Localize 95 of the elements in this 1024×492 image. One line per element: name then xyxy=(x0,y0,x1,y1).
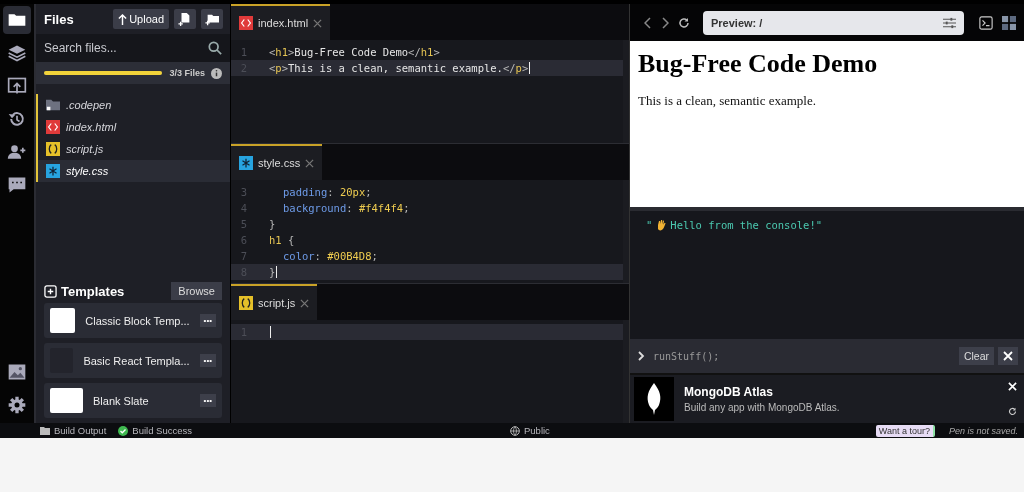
code-line-text: h1 { xyxy=(269,234,295,246)
template-name: Blank Slate xyxy=(93,394,149,407)
more-button[interactable]: ••• xyxy=(199,394,216,407)
new-folder-button[interactable] xyxy=(201,9,223,29)
code-line-text: <p>This is a clean, semantic example.</p> xyxy=(269,62,529,74)
build-output-button[interactable]: Build Output xyxy=(40,425,107,436)
line-number: 7 xyxy=(239,250,249,262)
template-name: Basic React Templa... xyxy=(83,354,190,367)
waving-hand-icon xyxy=(655,219,668,231)
terminal-icon[interactable] xyxy=(979,15,993,30)
search-input[interactable]: Search files... xyxy=(44,41,194,55)
info-icon[interactable] xyxy=(211,67,222,79)
image-icon xyxy=(7,362,27,382)
check-circle-icon xyxy=(118,425,129,436)
refresh-icon[interactable] xyxy=(678,16,690,29)
tour-button[interactable]: Want a tour? xyxy=(875,424,935,437)
rail-button[interactable] xyxy=(3,6,31,34)
braces-file-icon xyxy=(239,296,253,310)
text-cursor xyxy=(270,326,271,338)
page-paragraph: This is a clean, semantic example. xyxy=(638,93,817,109)
visibility-button[interactable]: Public xyxy=(510,425,550,436)
console-input-bar[interactable]: runStuff(); Clear xyxy=(630,339,1024,373)
section-title: Templates xyxy=(61,283,125,299)
clear-button[interactable]: Clear xyxy=(958,347,994,365)
panel-title: Files xyxy=(44,11,74,27)
template-name: Classic Block Temp... xyxy=(85,314,190,327)
refresh-icon[interactable] xyxy=(1008,407,1017,416)
template-card[interactable]: Blank Slate ••• xyxy=(44,383,222,418)
editor-tab[interactable]: script.js xyxy=(231,284,318,320)
code-line-text: } xyxy=(269,266,276,278)
build-status: Build Success xyxy=(132,425,192,436)
console-message: Hello from the console!" xyxy=(670,219,823,231)
add-file-icon xyxy=(178,12,192,26)
template-thumbnail xyxy=(50,308,76,333)
upload-button[interactable]: Upload xyxy=(113,9,169,29)
code-file-icon xyxy=(46,120,60,134)
ad-title: MongoDB Atlas xyxy=(684,385,774,399)
back-icon[interactable] xyxy=(644,16,652,29)
braces-file-icon xyxy=(46,142,60,156)
ad-description: Build any app with MongoDB Atlas. xyxy=(684,402,841,413)
text-cursor xyxy=(529,62,531,74)
editor-tab[interactable]: index.html xyxy=(231,4,331,40)
file-item[interactable]: index.html xyxy=(38,116,230,138)
code-line-text: color: #00B4D8; xyxy=(283,250,378,262)
more-button[interactable]: ••• xyxy=(199,354,216,367)
file-item[interactable]: .codepen xyxy=(38,94,230,116)
console-quote: " xyxy=(646,219,653,231)
file-item[interactable]: style.css xyxy=(38,160,230,182)
line-number: 4 xyxy=(239,202,249,214)
editor-tab[interactable]: style.css xyxy=(231,144,323,180)
arrow-up-icon xyxy=(118,13,128,25)
code-file-icon xyxy=(239,16,253,30)
asterisk-file-icon xyxy=(239,156,253,170)
close-console-button[interactable] xyxy=(998,347,1018,365)
leaf-logo-icon xyxy=(646,383,662,415)
upload-screen-icon xyxy=(7,76,27,96)
more-button[interactable]: ••• xyxy=(199,314,216,327)
line-number: 3 xyxy=(239,186,249,198)
line-number: 1 xyxy=(239,46,249,58)
file-item[interactable]: script.js xyxy=(38,138,230,160)
code-line-text: padding: 20px; xyxy=(283,186,372,198)
folder-icon xyxy=(40,426,50,435)
folder-icon xyxy=(46,98,60,112)
sliders-icon[interactable] xyxy=(943,16,956,29)
template-thumbnail xyxy=(50,388,83,413)
template-card[interactable]: Basic React Templa... ••• xyxy=(44,343,222,378)
code-line-text: <h1>Bug-Free Code Demo</h1> xyxy=(269,46,440,58)
close-icon xyxy=(1003,351,1013,361)
line-number: 5 xyxy=(239,218,249,230)
globe-icon xyxy=(510,425,520,436)
forward-icon[interactable] xyxy=(661,16,669,29)
address-bar[interactable]: Preview: / xyxy=(703,10,964,35)
search-field[interactable]: Search files... xyxy=(36,34,230,62)
add-folder-icon xyxy=(205,12,219,26)
layers-icon xyxy=(7,43,27,63)
prompt-icon xyxy=(638,351,645,361)
new-file-button[interactable] xyxy=(174,9,196,29)
asterisk-file-icon xyxy=(46,164,60,178)
code-line-text: background: #f4f4f4; xyxy=(283,202,410,214)
text-cursor xyxy=(276,266,278,278)
page-heading: Bug-Free Code Demo xyxy=(638,49,879,79)
layout-grid-icon[interactable] xyxy=(1002,15,1016,30)
browse-button[interactable]: Browse xyxy=(171,282,222,300)
code-line-text: } xyxy=(269,218,276,230)
add-user-icon xyxy=(7,142,27,162)
template-card[interactable]: Classic Block Temp... ••• xyxy=(44,303,222,338)
line-number: 6 xyxy=(239,234,249,246)
chat-icon xyxy=(7,175,27,195)
settings-icon xyxy=(7,395,27,415)
template-add-icon xyxy=(44,284,57,298)
search-icon xyxy=(208,41,222,55)
console-input-field[interactable]: runStuff(); xyxy=(649,350,955,362)
storage-count: 3/3 Files xyxy=(169,68,205,78)
save-status: Pen is not saved. xyxy=(948,425,1018,436)
history-icon xyxy=(7,109,27,129)
